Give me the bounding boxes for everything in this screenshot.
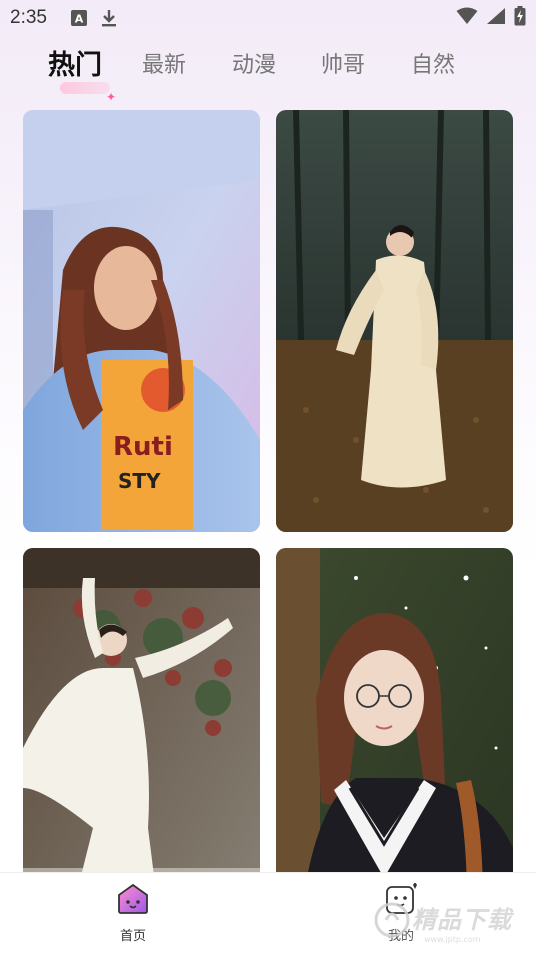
tab-latest[interactable]: 最新 bbox=[142, 44, 186, 88]
sparkle-icon: ✦ bbox=[106, 90, 117, 104]
tab-hot[interactable]: 热门 bbox=[48, 44, 102, 88]
tab-nature[interactable]: 自然 bbox=[411, 44, 455, 88]
status-right bbox=[456, 6, 526, 30]
svg-text:www.jptp.com: www.jptp.com bbox=[424, 935, 481, 944]
wallpaper-card-1[interactable]: Ruti STY bbox=[23, 110, 260, 532]
keyboard-a-icon: A bbox=[70, 10, 87, 26]
wallpaper-image-1: Ruti STY bbox=[23, 110, 260, 532]
status-bar: 2:35 A bbox=[0, 0, 536, 36]
category-tabs: ✦ 热门 最新 动漫 帅哥 自然 bbox=[0, 44, 536, 104]
signal-icon bbox=[486, 7, 506, 29]
home-icon bbox=[118, 883, 148, 914]
svg-text:精品下载: 精品下载 bbox=[412, 906, 515, 934]
nav-home[interactable]: 首页 bbox=[103, 883, 163, 944]
wifi-icon bbox=[456, 7, 478, 29]
battery-charging-icon bbox=[514, 6, 526, 30]
download-icon bbox=[101, 9, 117, 27]
svg-text:Ruti: Ruti bbox=[113, 432, 173, 462]
tab-anime[interactable]: 动漫 bbox=[232, 44, 276, 88]
svg-text:STY: STY bbox=[118, 469, 161, 493]
nav-home-label: 首页 bbox=[119, 929, 146, 944]
svg-text:A: A bbox=[75, 13, 84, 26]
wallpaper-image-2 bbox=[276, 110, 513, 532]
status-time: 2:35 bbox=[10, 7, 47, 28]
tab-handsome[interactable]: 帅哥 bbox=[321, 44, 365, 88]
wallpaper-card-2[interactable] bbox=[276, 110, 513, 532]
watermark-logo: 精品下载 www.jptp.com bbox=[372, 880, 532, 950]
